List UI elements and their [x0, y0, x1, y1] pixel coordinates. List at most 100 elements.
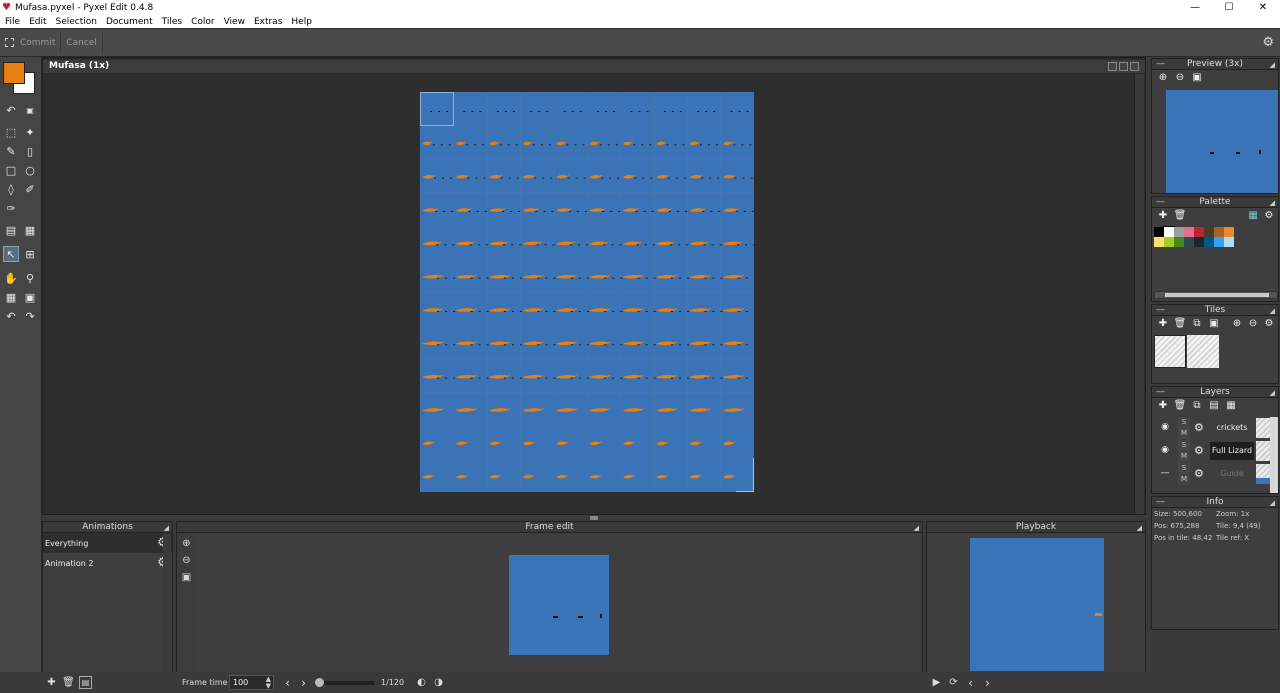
collapse-icon[interactable]: — [1156, 59, 1165, 70]
move-tool-icon[interactable]: ↖ [3, 246, 19, 262]
palette-swatch[interactable] [1214, 237, 1224, 247]
tiles-gear-icon[interactable]: ⚙ [1262, 317, 1276, 331]
pencil-icon[interactable]: ✎ [3, 143, 19, 159]
reset-colors-icon[interactable]: ▣ [22, 102, 38, 118]
frame-slider-track[interactable] [315, 678, 375, 687]
layer-gear-icon[interactable]: ⚙ [1194, 468, 1204, 479]
eye-icon[interactable]: ◉ [1158, 445, 1172, 457]
fill-bucket-icon[interactable]: ◊ [3, 181, 19, 197]
hidden-layer-icon[interactable]: — [1158, 468, 1172, 480]
layer-row-crickets[interactable]: ◉ SM ⚙ crickets [1156, 417, 1274, 439]
palette-scrollbar[interactable] [1154, 291, 1278, 299]
tile-grid-icon[interactable]: ▣ [22, 289, 38, 305]
menu-edit[interactable]: Edit [24, 17, 50, 27]
zoom-icon[interactable]: ⚲ [22, 270, 38, 286]
menu-document[interactable]: Document [101, 17, 157, 27]
solo-mute-toggle[interactable]: SM [1178, 463, 1190, 485]
solo-mute-toggle[interactable]: SM [1178, 440, 1190, 462]
play-icon[interactable]: ▶ [930, 676, 943, 689]
layer-options-icon[interactable]: ▦ [1224, 399, 1238, 413]
menu-help[interactable]: Help [286, 17, 316, 27]
ellipse-icon[interactable]: ○ [22, 162, 38, 178]
preview-canvas[interactable] [1166, 90, 1278, 193]
fit-view-icon[interactable]: ▣ [180, 571, 193, 584]
cancel-button[interactable]: Cancel [61, 31, 103, 54]
mute-label[interactable]: M [1181, 429, 1187, 437]
primary-color-swatch[interactable] [3, 62, 25, 84]
pin-icon[interactable]: ◢ [1137, 523, 1142, 534]
doc-close-button[interactable] [1130, 62, 1139, 71]
layer-row-guide[interactable]: — SM ⚙ Guide [1156, 463, 1274, 485]
mute-label[interactable]: M [1181, 475, 1187, 483]
tile-thumbnail[interactable] [1154, 335, 1186, 368]
eye-icon[interactable]: ◉ [1158, 422, 1172, 434]
palette-swatch[interactable] [1184, 237, 1194, 247]
eyedropper-icon[interactable]: ✑ [3, 200, 19, 216]
spinner-down-icon[interactable]: ▼ [266, 683, 271, 690]
playback-prev-icon[interactable]: ‹ [964, 676, 977, 690]
solo-label[interactable]: S [1182, 418, 1186, 426]
delete-color-icon[interactable]: 🗑 [1173, 209, 1187, 223]
menu-selection[interactable]: Selection [51, 17, 101, 27]
palette-swatch[interactable] [1154, 227, 1164, 237]
pin-icon[interactable]: ◢ [914, 523, 919, 534]
layer-gear-icon[interactable]: ⚙ [1194, 422, 1204, 433]
prev-frame-icon[interactable]: ‹ [281, 676, 294, 690]
animation-item-animation-2[interactable]: Animation 2 ⚙ [43, 553, 172, 573]
drawing-canvas-area[interactable] [44, 74, 1134, 514]
add-tile-icon[interactable]: ✚ [1156, 317, 1170, 331]
settings-gear-icon[interactable]: ⚙ [1262, 36, 1274, 49]
tile-place-icon[interactable]: ⊞ [22, 246, 38, 262]
delete-tile-icon[interactable]: 🗑 [1173, 317, 1187, 331]
animations-scrollbar[interactable] [163, 534, 171, 672]
tile-thumbnail[interactable] [1187, 335, 1219, 368]
layer-row-full-lizard[interactable]: ◉ SM ⚙ Full Lizard [1156, 440, 1274, 462]
frame-edit-canvas[interactable] [509, 555, 609, 655]
zoom-out-icon[interactable]: ⊖ [1173, 71, 1187, 85]
onion-skin-prev-icon[interactable]: ◐ [415, 676, 428, 689]
collapse-icon[interactable]: — [1156, 197, 1165, 208]
delete-layer-icon[interactable]: 🗑 [1173, 399, 1187, 413]
frame-slider-thumb[interactable] [315, 678, 324, 687]
solo-label[interactable]: S [1182, 441, 1186, 449]
add-animation-icon[interactable]: ✚ [45, 676, 58, 689]
redo-icon[interactable]: ↷ [22, 308, 38, 324]
palette-swatch[interactable] [1164, 237, 1174, 247]
palette-swatch[interactable] [1184, 227, 1194, 237]
palette-swatch[interactable] [1204, 227, 1214, 237]
palette-swatch[interactable] [1204, 237, 1214, 247]
collapse-icon[interactable]: — [1156, 387, 1165, 398]
swap-colors-icon[interactable]: ↶ [3, 102, 19, 118]
scrollbar-thumb[interactable] [1165, 293, 1269, 297]
palette-swatch[interactable] [1224, 237, 1234, 247]
animation-item-everything[interactable]: Everything ⚙ [43, 533, 172, 553]
copy-tile-icon[interactable]: ⧉ [1190, 317, 1204, 331]
rect-select-icon[interactable]: ⬚ [3, 124, 19, 140]
mute-label[interactable]: M [1181, 452, 1187, 460]
zoom-in-icon[interactable]: ⊕ [1156, 71, 1170, 85]
grid-toggle-icon[interactable]: ▦ [3, 289, 19, 305]
palette-swatch[interactable] [1154, 237, 1164, 247]
pin-icon[interactable]: ◢ [1270, 498, 1275, 509]
doc-minimize-button[interactable] [1108, 62, 1117, 71]
zoom-in-icon[interactable]: ⊕ [1230, 317, 1244, 331]
solo-label[interactable]: S [1182, 464, 1186, 472]
menu-color[interactable]: Color [186, 17, 219, 27]
splitter-grip[interactable] [590, 516, 598, 520]
tile-outline-icon[interactable]: ▣ [1207, 317, 1221, 331]
onion-skin-next-icon[interactable]: ◑ [432, 676, 445, 689]
magic-wand-icon[interactable]: ✦ [22, 124, 38, 140]
menu-view[interactable]: View [219, 17, 249, 27]
menu-extras[interactable]: Extras [249, 17, 286, 27]
layers-scrollbar[interactable] [1270, 417, 1278, 493]
color-replace-icon[interactable]: ✐ [22, 181, 38, 197]
palette-swatch[interactable] [1194, 227, 1204, 237]
collapse-icon[interactable]: — [1156, 497, 1165, 508]
palette-swatch[interactable] [1224, 227, 1234, 237]
palette-swatch[interactable] [1194, 237, 1204, 247]
palette-picker-icon[interactable]: ▦ [1246, 209, 1260, 223]
zoom-out-icon[interactable]: ⊖ [180, 554, 193, 567]
undo-icon[interactable]: ↶ [3, 308, 19, 324]
close-button[interactable]: ✕ [1246, 0, 1280, 15]
zoom-in-icon[interactable]: ⊕ [180, 537, 193, 550]
